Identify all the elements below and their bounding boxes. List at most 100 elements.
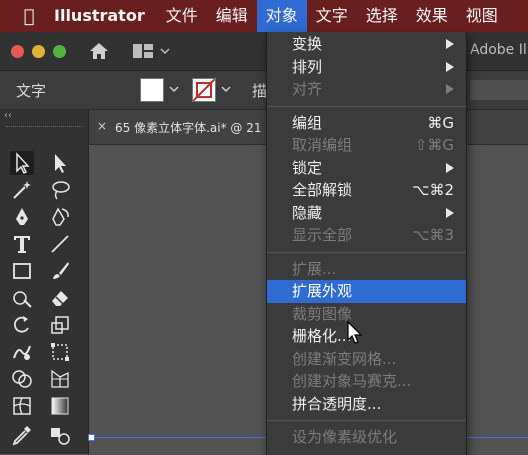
menu-item-label: 创建渐变网格... <box>292 349 397 368</box>
menu-item-show-all: 显示全部 ⌥⌘3 <box>267 224 466 247</box>
mesh-tool-icon[interactable] <box>10 394 34 418</box>
warp-tool-icon[interactable] <box>10 340 34 364</box>
scale-tool-icon[interactable] <box>48 313 72 337</box>
free-transform-tool-icon[interactable] <box>48 340 72 364</box>
menu-item-expand: 扩展... <box>267 258 466 281</box>
direct-selection-tool-icon[interactable] <box>48 151 72 175</box>
document-tab-title[interactable]: 65 像素立体字体.ai* @ 21 <box>115 119 262 136</box>
object-menu-dropdown: 变换 排列 对齐 编组 ⌘G 取消编组 ⇧⌘G 锁定 全部解锁 ⌥⌘2 隐藏 显… <box>266 32 467 455</box>
close-tab-icon[interactable]: × <box>97 119 107 133</box>
rotate-tool-icon[interactable] <box>10 313 34 337</box>
menu-effect[interactable]: 效果 <box>407 0 457 32</box>
gradient-tool-icon[interactable] <box>48 394 72 418</box>
menu-edit[interactable]: 编辑 <box>207 0 257 32</box>
menu-item-label: 全部解锁 <box>292 181 353 199</box>
selection-tool-icon[interactable] <box>10 151 34 175</box>
menu-object[interactable]: 对象 <box>256 0 307 32</box>
menu-file[interactable]: 文件 <box>157 0 207 32</box>
menu-item-hide[interactable]: 隐藏 <box>267 202 466 225</box>
shape-builder-tool-icon[interactable] <box>10 367 34 391</box>
tools-panel: ‹‹ <box>0 110 89 454</box>
workspace-layout-icon[interactable] <box>132 42 180 60</box>
menu-item-lock[interactable]: 锁定 <box>267 157 466 180</box>
menu-item-label: 取消编组 <box>292 136 353 154</box>
menu-item-label: 拼合透明度... <box>292 394 382 413</box>
eyedropper-tool-icon[interactable] <box>10 423 34 447</box>
stroke-label[interactable]: 描 <box>252 80 267 101</box>
fill-color-swatch[interactable] <box>140 78 164 102</box>
adobe-stock-label[interactable]: Adobe Il <box>470 42 527 58</box>
menu-item-create-gradient-mesh: 创建渐变网格... <box>267 348 466 371</box>
menu-item-make-pixel-perfect: 设为像素级优化 <box>267 426 466 449</box>
blend-tool-icon[interactable] <box>48 423 72 447</box>
menu-separator <box>267 251 466 253</box>
menu-item-shortcut: ⌘G <box>427 113 454 132</box>
rectangle-tool-icon[interactable] <box>10 259 34 283</box>
menu-item-label: 创建对象马赛克... <box>292 372 412 390</box>
pen-tool-icon[interactable] <box>10 205 34 229</box>
menu-separator <box>267 105 466 107</box>
home-icon[interactable] <box>88 41 110 61</box>
paintbrush-tool-icon[interactable] <box>48 259 72 283</box>
menu-item-expand-appearance[interactable]: 扩展外观 <box>267 280 466 303</box>
line-segment-tool-icon[interactable] <box>48 232 72 256</box>
menu-app-name[interactable]: Illustrator <box>46 0 157 32</box>
menu-item-label: 扩展外观 <box>292 282 353 300</box>
menu-item-ungroup: 取消编组 ⇧⌘G <box>267 134 466 157</box>
shaper-tool-icon[interactable] <box>10 286 34 310</box>
menu-type[interactable]: 文字 <box>307 0 357 32</box>
stroke-none-swatch[interactable] <box>192 78 216 102</box>
panel-grip[interactable] <box>6 126 82 129</box>
submenu-arrow-icon <box>446 61 454 72</box>
control-bar-type-label: 文字 <box>16 82 47 100</box>
submenu-arrow-icon <box>446 39 454 49</box>
menu-item-shortcut: ⇧⌘G <box>414 136 454 154</box>
menu-item-crop-image: 裁剪图像 <box>267 303 466 326</box>
chevron-down-icon <box>160 48 170 55</box>
magic-wand-tool-icon[interactable] <box>10 178 34 202</box>
menu-item-unlock-all[interactable]: 全部解锁 ⌥⌘2 <box>267 179 466 202</box>
menu-item-group[interactable]: 编组 ⌘G <box>267 112 466 135</box>
chevron-down-icon[interactable] <box>168 80 180 98</box>
perspective-grid-tool-icon[interactable] <box>48 367 72 391</box>
menu-item-label: 编组 <box>292 113 323 132</box>
zoom-window-button[interactable] <box>53 45 66 58</box>
menu-item-shortcut: ⌥⌘2 <box>412 181 454 199</box>
menu-item-create-object-mosaic: 创建对象马赛克... <box>267 370 466 393</box>
submenu-arrow-icon <box>446 162 454 173</box>
chevron-down-icon[interactable] <box>220 80 232 98</box>
collapse-panel-icon[interactable]: ‹‹ <box>4 110 12 121</box>
menu-item-label: 锁定 <box>292 158 323 177</box>
artboard-corner-handle[interactable] <box>88 434 95 441</box>
curvature-tool-icon[interactable] <box>48 205 72 229</box>
lasso-tool-icon[interactable] <box>48 178 72 202</box>
menu-item-shortcut: ⌥⌘3 <box>412 226 454 244</box>
menu-item-label: 排列 <box>292 57 323 76</box>
mouse-pointer-icon <box>346 320 364 345</box>
menu-item-align: 对齐 <box>267 78 466 101</box>
menu-item-rasterize[interactable]: 栅格化... <box>267 325 466 348</box>
submenu-arrow-icon <box>446 84 454 94</box>
menu-item-flatten-transparency[interactable]: 拼合透明度... <box>267 393 466 416</box>
eraser-tool-icon[interactable] <box>48 286 72 310</box>
menu-item-label: 设为像素级优化 <box>292 428 398 446</box>
menu-bar:  Illustrator 文件 编辑 对象 文字 选择 效果 视图 <box>0 0 528 32</box>
minimize-window-button[interactable] <box>32 45 45 58</box>
menu-item-label: 对齐 <box>292 80 323 98</box>
type-tool-icon[interactable] <box>10 232 34 256</box>
menu-item-arrange[interactable]: 排列 <box>267 56 466 79</box>
menu-item-label: 栅格化... <box>292 327 352 345</box>
stroke-weight-field[interactable] <box>470 80 528 100</box>
menu-item-label: 隐藏 <box>292 203 323 222</box>
menu-item-label: 变换 <box>292 35 323 53</box>
menu-item-transform[interactable]: 变换 <box>267 33 466 56</box>
menu-separator <box>267 420 466 421</box>
menu-item-label: 裁剪图像 <box>292 304 353 323</box>
menu-view[interactable]: 视图 <box>457 0 507 32</box>
menu-item-label: 扩展... <box>292 259 337 278</box>
close-window-button[interactable] <box>11 45 24 58</box>
submenu-arrow-icon <box>446 207 454 218</box>
apple-logo-icon[interactable]:  <box>12 6 46 27</box>
menu-item-label: 显示全部 <box>292 226 353 244</box>
menu-select[interactable]: 选择 <box>357 0 407 32</box>
